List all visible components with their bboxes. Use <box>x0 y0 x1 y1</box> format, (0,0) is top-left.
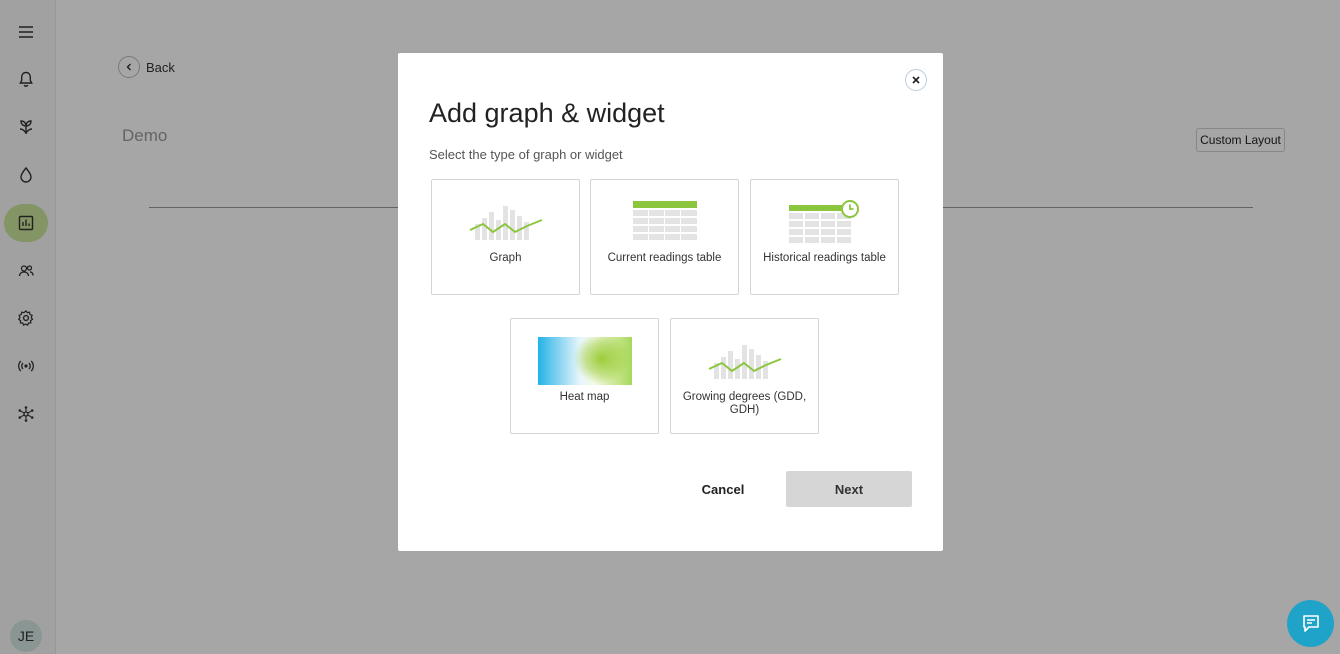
option-label: Current readings table <box>607 252 722 264</box>
option-label: Heat map <box>559 391 610 403</box>
option-graph[interactable]: Graph <box>431 179 580 295</box>
option-label: Historical readings table <box>763 252 886 264</box>
add-widget-dialog: Add graph & widget Select the type of gr… <box>398 53 943 551</box>
history-table-thumb-icon <box>788 200 861 243</box>
close-button[interactable] <box>905 69 927 91</box>
graph-thumb-icon <box>469 200 543 242</box>
option-current-readings-table[interactable]: Current readings table <box>590 179 739 295</box>
dialog-title: Add graph & widget <box>429 98 665 128</box>
option-label: Growing degrees (GDD, GDH) <box>682 391 807 416</box>
gdd-thumb-icon <box>708 339 782 381</box>
next-button[interactable]: Next <box>786 471 912 507</box>
chat-icon <box>1302 614 1319 632</box>
option-label: Graph <box>489 252 522 264</box>
dialog-subtitle: Select the type of graph or widget <box>429 147 623 162</box>
chat-button[interactable] <box>1287 600 1334 647</box>
close-icon <box>912 76 920 84</box>
option-historical-readings-table[interactable]: Historical readings table <box>750 179 899 295</box>
cancel-button[interactable]: Cancel <box>686 471 760 507</box>
option-growing-degrees[interactable]: Growing degrees (GDD, GDH) <box>670 318 819 434</box>
option-heat-map[interactable]: Heat map <box>510 318 659 434</box>
table-thumb-icon <box>632 200 697 242</box>
heatmap-thumb-icon <box>537 337 632 385</box>
